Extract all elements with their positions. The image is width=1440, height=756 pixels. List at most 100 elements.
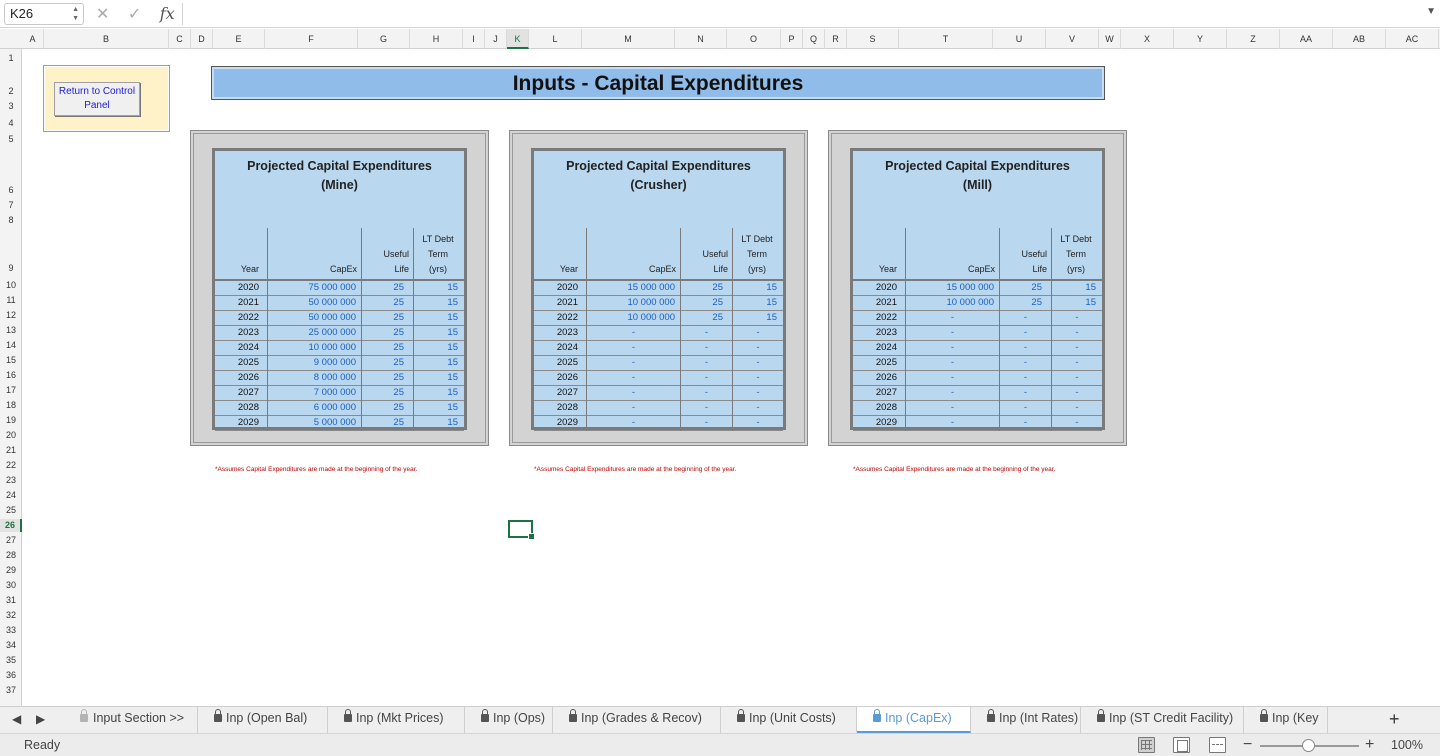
useful-life-cell[interactable]: - <box>1000 401 1052 416</box>
row-header-21[interactable]: 21 <box>0 444 22 457</box>
column-header-d[interactable]: D <box>191 29 213 49</box>
sheet-tab[interactable]: Input Section >> <box>64 707 198 733</box>
insert-function-icon[interactable]: fx <box>160 4 175 23</box>
useful-life-cell[interactable]: - <box>681 356 733 371</box>
lt-debt-term-cell[interactable]: 15 <box>1052 281 1102 296</box>
lt-debt-term-cell[interactable]: - <box>1052 356 1102 371</box>
row-header-19[interactable]: 19 <box>0 414 22 427</box>
lt-debt-term-cell[interactable]: - <box>733 341 783 356</box>
capex-cell[interactable]: - <box>906 386 1000 401</box>
column-header-e[interactable]: E <box>213 29 265 49</box>
row-header-9[interactable]: 9 <box>0 262 22 275</box>
capex-cell[interactable]: - <box>906 416 1000 431</box>
row-header-3[interactable]: 3 <box>0 100 22 113</box>
row-header-32[interactable]: 32 <box>0 609 22 622</box>
column-header-a[interactable]: A <box>22 29 44 49</box>
row-header-14[interactable]: 14 <box>0 339 22 352</box>
capex-cell[interactable]: - <box>906 356 1000 371</box>
capex-cell[interactable]: 15 000 000 <box>906 281 1000 296</box>
capex-cell[interactable]: - <box>906 341 1000 356</box>
row-header-23[interactable]: 23 <box>0 474 22 487</box>
column-header-m[interactable]: M <box>582 29 675 49</box>
column-header-r[interactable]: R <box>825 29 847 49</box>
capex-cell[interactable]: - <box>587 401 681 416</box>
lt-debt-term-cell[interactable]: - <box>733 386 783 401</box>
column-header-l[interactable]: L <box>529 29 582 49</box>
lt-debt-term-cell[interactable]: - <box>1052 371 1102 386</box>
useful-life-cell[interactable]: 25 <box>362 311 414 326</box>
lt-debt-term-cell[interactable]: 15 <box>414 341 464 356</box>
capex-cell[interactable]: 8 000 000 <box>268 371 362 386</box>
zoom-out-button[interactable]: − <box>1243 736 1252 754</box>
lt-debt-term-cell[interactable]: - <box>1052 416 1102 431</box>
useful-life-cell[interactable]: 25 <box>681 296 733 311</box>
column-header-o[interactable]: O <box>727 29 781 49</box>
column-header-t[interactable]: T <box>899 29 993 49</box>
row-header-26[interactable]: 26 <box>0 519 22 532</box>
useful-life-cell[interactable]: - <box>1000 356 1052 371</box>
useful-life-cell[interactable]: - <box>681 326 733 341</box>
row-header-36[interactable]: 36 <box>0 669 22 682</box>
capex-cell[interactable]: 25 000 000 <box>268 326 362 341</box>
row-header-24[interactable]: 24 <box>0 489 22 502</box>
capex-cell[interactable]: - <box>587 326 681 341</box>
row-header-34[interactable]: 34 <box>0 639 22 652</box>
capex-cell[interactable]: - <box>587 356 681 371</box>
page-break-view-icon[interactable] <box>1209 737 1226 753</box>
expand-formula-bar-icon[interactable]: ▼ <box>1426 6 1436 17</box>
column-header-v[interactable]: V <box>1046 29 1099 49</box>
sheet-tab[interactable]: Inp (ST Credit Facility) <box>1081 707 1244 733</box>
lt-debt-term-cell[interactable]: 15 <box>414 296 464 311</box>
column-header-i[interactable]: I <box>463 29 485 49</box>
capex-cell[interactable]: 50 000 000 <box>268 311 362 326</box>
lt-debt-term-cell[interactable]: 15 <box>414 326 464 341</box>
row-header-5[interactable]: 5 <box>0 133 22 146</box>
row-header-12[interactable]: 12 <box>0 309 22 322</box>
column-header-n[interactable]: N <box>675 29 727 49</box>
row-header-20[interactable]: 20 <box>0 429 22 442</box>
capex-cell[interactable]: - <box>906 401 1000 416</box>
capex-cell[interactable]: - <box>587 416 681 431</box>
sheet-tab[interactable]: Inp (Grades & Recov) <box>553 707 721 733</box>
lt-debt-term-cell[interactable]: - <box>733 326 783 341</box>
row-header-6[interactable]: 6 <box>0 184 22 197</box>
lt-debt-term-cell[interactable]: - <box>733 416 783 431</box>
lt-debt-term-cell[interactable]: 15 <box>733 311 783 326</box>
row-header-15[interactable]: 15 <box>0 354 22 367</box>
column-header-k[interactable]: K <box>507 29 529 49</box>
row-header-28[interactable]: 28 <box>0 549 22 562</box>
page-layout-view-icon[interactable] <box>1173 737 1190 753</box>
useful-life-cell[interactable]: - <box>1000 371 1052 386</box>
lt-debt-term-cell[interactable]: - <box>1052 326 1102 341</box>
column-header-g[interactable]: G <box>358 29 410 49</box>
column-header-y[interactable]: Y <box>1174 29 1227 49</box>
sheet-tab[interactable]: Inp (Int Rates) <box>971 707 1081 733</box>
useful-life-cell[interactable]: 25 <box>362 281 414 296</box>
row-header-11[interactable]: 11 <box>0 294 22 307</box>
useful-life-cell[interactable]: 25 <box>681 311 733 326</box>
row-header-31[interactable]: 31 <box>0 594 22 607</box>
useful-life-cell[interactable]: - <box>1000 416 1052 431</box>
column-header-w[interactable]: W <box>1099 29 1121 49</box>
cancel-icon[interactable]: ✕ <box>96 6 109 23</box>
row-header-37[interactable]: 37 <box>0 684 22 697</box>
capex-cell[interactable]: 50 000 000 <box>268 296 362 311</box>
useful-life-cell[interactable]: 25 <box>362 401 414 416</box>
capex-cell[interactable]: - <box>906 371 1000 386</box>
row-header-4[interactable]: 4 <box>0 117 22 130</box>
lt-debt-term-cell[interactable]: 15 <box>733 281 783 296</box>
row-header-10[interactable]: 10 <box>0 279 22 292</box>
row-header-16[interactable]: 16 <box>0 369 22 382</box>
row-header-35[interactable]: 35 <box>0 654 22 667</box>
useful-life-cell[interactable]: - <box>681 416 733 431</box>
capex-cell[interactable]: - <box>587 386 681 401</box>
useful-life-cell[interactable]: 25 <box>1000 296 1052 311</box>
capex-cell[interactable]: 15 000 000 <box>587 281 681 296</box>
lt-debt-term-cell[interactable]: - <box>733 401 783 416</box>
row-header-29[interactable]: 29 <box>0 564 22 577</box>
column-header-p[interactable]: P <box>781 29 803 49</box>
column-header-q[interactable]: Q <box>803 29 825 49</box>
capex-cell[interactable]: 10 000 000 <box>268 341 362 356</box>
capex-cell[interactable]: 9 000 000 <box>268 356 362 371</box>
lt-debt-term-cell[interactable]: - <box>1052 386 1102 401</box>
